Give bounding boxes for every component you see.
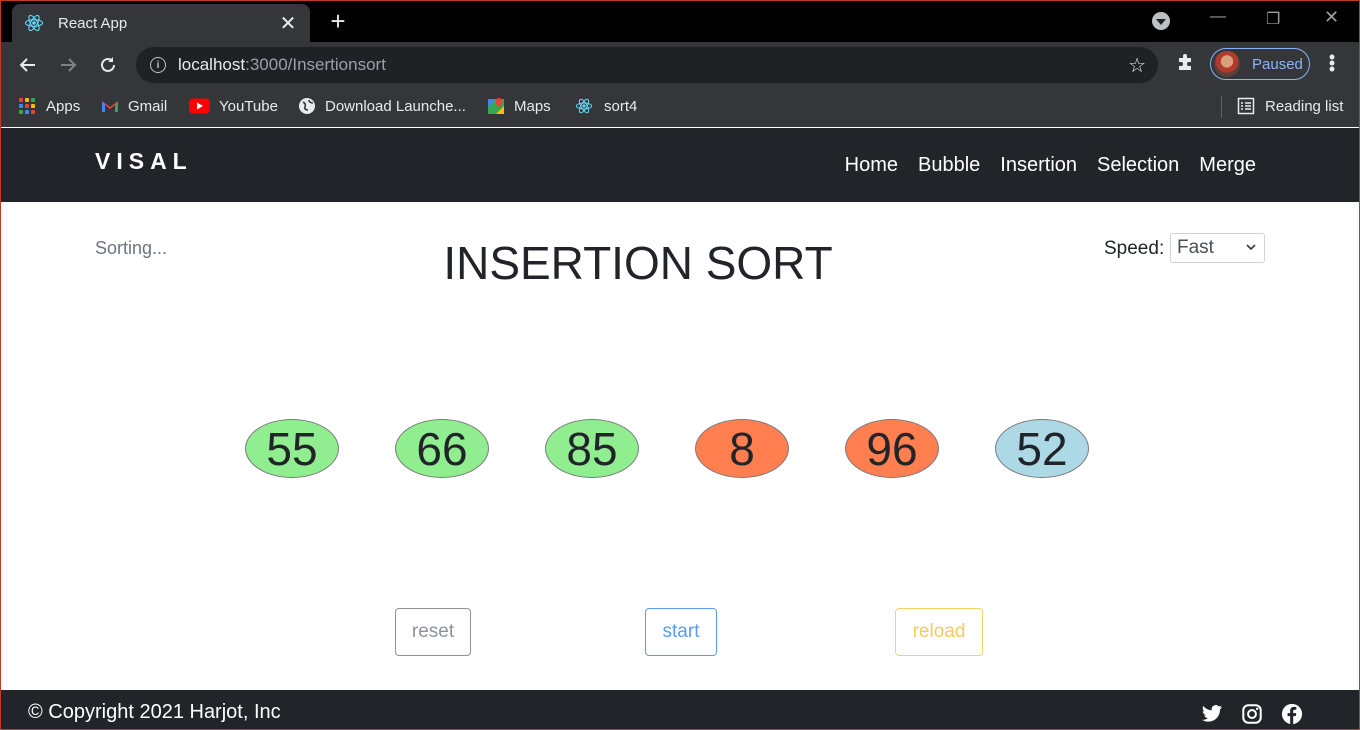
app-navbar: VISAL Home Bubble Insertion Selection Me… bbox=[0, 128, 1360, 202]
maps-icon bbox=[488, 98, 504, 114]
back-icon[interactable] bbox=[16, 53, 40, 77]
browser-menu-icon[interactable]: • • • bbox=[1324, 48, 1340, 78]
array-element: 55 bbox=[245, 419, 339, 478]
nav-bubble[interactable]: Bubble bbox=[918, 154, 980, 177]
site-info-icon[interactable]: i bbox=[150, 57, 166, 73]
array-element-value: 85 bbox=[566, 422, 618, 475]
array-element-value: 55 bbox=[266, 422, 318, 475]
array-element: 8 bbox=[695, 419, 789, 478]
brand-logo[interactable]: VISAL bbox=[95, 148, 193, 175]
browser-tab[interactable]: React App ✕ bbox=[12, 4, 310, 42]
nav-merge[interactable]: Merge bbox=[1199, 154, 1256, 177]
bookmark-star-icon[interactable]: ☆ bbox=[1128, 53, 1146, 78]
facebook-icon[interactable] bbox=[1281, 703, 1303, 725]
restore-icon[interactable]: ❐ bbox=[1266, 9, 1280, 29]
array-element-value: 52 bbox=[1016, 422, 1068, 475]
extensions-puzzle-icon[interactable] bbox=[1176, 52, 1196, 72]
profile-status: Paused bbox=[1252, 55, 1303, 73]
bookmark-label: Apps bbox=[46, 97, 81, 115]
tab-search-icon[interactable] bbox=[1152, 12, 1170, 30]
apps-grid-icon bbox=[19, 98, 35, 114]
browser-toolbar: i localhost:3000/Insertionsort ☆ bbox=[0, 42, 1360, 87]
bookmark-download-launcher[interactable]: Download Launche... bbox=[298, 96, 466, 116]
bookmark-label: sort4 bbox=[604, 97, 638, 115]
tab-title: React App bbox=[58, 14, 128, 32]
avatar bbox=[1214, 51, 1240, 77]
nav-links: Home Bubble Insertion Selection Merge bbox=[845, 154, 1256, 177]
bookmarks-divider bbox=[1221, 96, 1222, 118]
bookmark-maps[interactable]: Maps bbox=[487, 96, 551, 116]
array-visualization: 55 66 85 8 96 52 bbox=[0, 419, 1360, 479]
nav-home[interactable]: Home bbox=[845, 154, 898, 177]
tab-strip: React App ✕ + — ❐ ✕ bbox=[0, 0, 1360, 42]
url-path: :3000/Insertionsort bbox=[245, 55, 386, 74]
close-window-icon[interactable]: ✕ bbox=[1324, 7, 1339, 28]
bookmarks-bar: Apps Gmail YouTube Download Launche... M… bbox=[0, 87, 1360, 127]
minimize-icon[interactable]: — bbox=[1210, 8, 1226, 26]
bookmark-label: YouTube bbox=[219, 97, 278, 115]
reset-button[interactable]: reset bbox=[395, 608, 471, 656]
forward-icon[interactable] bbox=[56, 53, 80, 77]
react-icon bbox=[24, 14, 44, 32]
nav-selection[interactable]: Selection bbox=[1097, 154, 1179, 177]
reload-icon[interactable] bbox=[96, 53, 120, 77]
start-button[interactable]: start bbox=[645, 608, 717, 656]
bookmark-label: Download Launche... bbox=[325, 97, 466, 115]
twitter-icon[interactable] bbox=[1201, 703, 1223, 725]
bookmark-label: Maps bbox=[514, 97, 551, 115]
array-element-value: 66 bbox=[416, 422, 468, 475]
speed-label: Speed: bbox=[1104, 238, 1165, 259]
url-host: localhost bbox=[178, 55, 246, 74]
array-element: 66 bbox=[395, 419, 489, 478]
reload-button[interactable]: reload bbox=[895, 608, 983, 656]
chevron-down-icon bbox=[1246, 244, 1256, 251]
bookmark-gmail[interactable]: Gmail bbox=[101, 96, 167, 116]
speed-value: Fast bbox=[1177, 237, 1214, 258]
reading-list-label: Reading list bbox=[1265, 97, 1344, 115]
reading-list-icon bbox=[1237, 97, 1255, 115]
speed-select[interactable]: Fast bbox=[1170, 233, 1265, 263]
youtube-icon bbox=[189, 98, 210, 114]
page-title: INSERTION SORT bbox=[443, 237, 833, 289]
array-element: 96 bbox=[845, 419, 939, 478]
array-element: 85 bbox=[545, 419, 639, 478]
bookmark-label: Gmail bbox=[128, 97, 168, 115]
react-icon bbox=[575, 98, 593, 114]
reading-list-button[interactable]: Reading list bbox=[1237, 96, 1343, 116]
profile-button[interactable]: Paused bbox=[1210, 48, 1310, 80]
globe-icon bbox=[299, 98, 315, 114]
array-element: 52 bbox=[995, 419, 1089, 478]
copyright-text: © Copyright 2021 Harjot, Inc bbox=[28, 701, 281, 723]
close-tab-icon[interactable]: ✕ bbox=[278, 11, 298, 36]
bookmark-apps[interactable]: Apps bbox=[19, 96, 80, 116]
footer: © Copyright 2021 Harjot, Inc bbox=[0, 690, 1360, 730]
gmail-icon bbox=[102, 101, 118, 112]
nav-insertion[interactable]: Insertion bbox=[1000, 154, 1077, 177]
new-tab-button[interactable]: + bbox=[324, 8, 352, 34]
address-bar[interactable]: i localhost:3000/Insertionsort ☆ bbox=[136, 47, 1158, 83]
instagram-icon[interactable] bbox=[1241, 703, 1263, 725]
array-element-value: 8 bbox=[729, 422, 755, 475]
array-element-value: 96 bbox=[866, 422, 918, 475]
bookmark-youtube[interactable]: YouTube bbox=[189, 96, 278, 116]
bookmark-sort4[interactable]: sort4 bbox=[575, 96, 637, 116]
